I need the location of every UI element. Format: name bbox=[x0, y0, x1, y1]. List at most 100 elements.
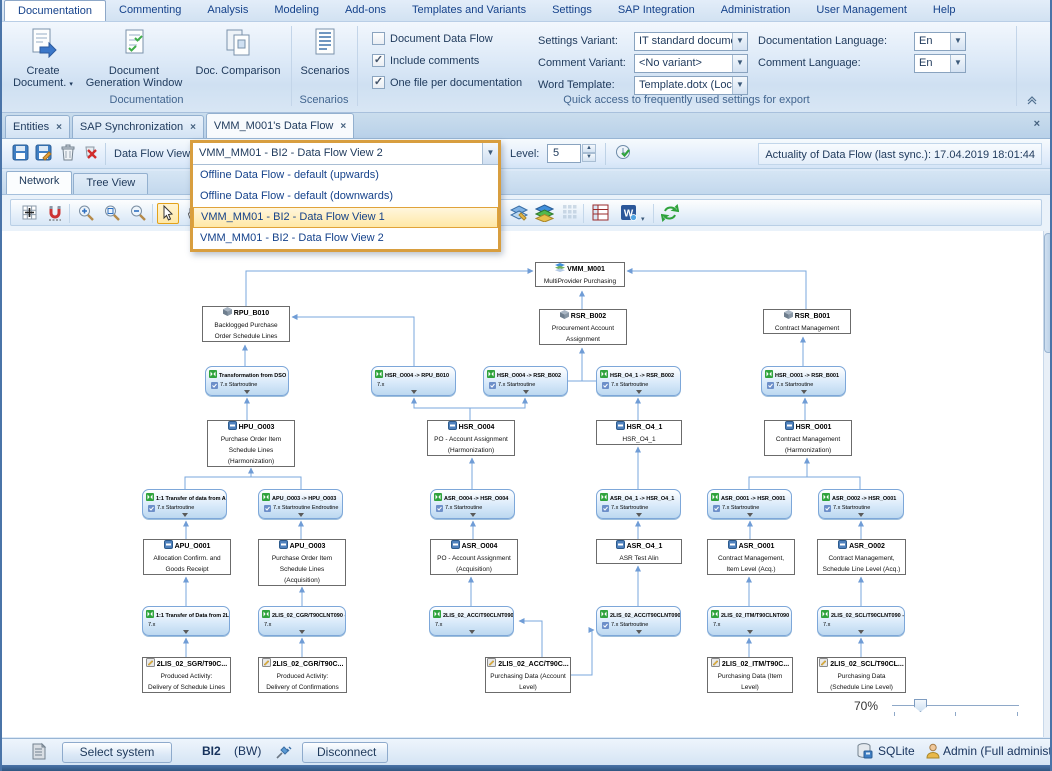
data-flow-view-combo[interactable]: VMM_MM01 - BI2 - Data Flow View 2 ▼ bbox=[193, 143, 498, 165]
tab-close-icon[interactable]: × bbox=[56, 117, 62, 138]
collapse-arrow-icon[interactable] bbox=[469, 630, 475, 634]
network-diagram-canvas[interactable]: VMM_M001MultiProvider Purchasing RPU_B010… bbox=[2, 231, 1052, 737]
transformation-hsr-o4-1-rsr-b002[interactable]: HSR_O4_1 -> RSR_B0027.x Startroutine bbox=[596, 366, 681, 396]
ribbon-tab-administration[interactable]: Administration bbox=[708, 0, 804, 21]
legend-table-icon[interactable] bbox=[589, 203, 611, 224]
zoom-in-icon[interactable] bbox=[75, 203, 97, 224]
dropdown-item-offline-data-flow-default-downwards[interactable]: Offline Data Flow - default (downwards) bbox=[193, 186, 498, 207]
node-rpu-b010[interactable]: RPU_B010Backlogged PurchaseOrder Schedul… bbox=[202, 306, 290, 342]
delete-button[interactable] bbox=[58, 144, 78, 164]
transformation-2lis-02-cgr-t90clnt090[interactable]: 2LIS_02_CGR/T90CLNT090 ->..7.x bbox=[258, 606, 346, 636]
node-apu-o003[interactable]: APU_O003Purchase Order ItemSchedule Line… bbox=[258, 539, 346, 586]
combo-dropdown-arrow-icon[interactable]: ▼ bbox=[732, 77, 747, 94]
ribbon-tab-modeling[interactable]: Modeling bbox=[261, 0, 332, 21]
dropdown-item-vmm-mm01-bi2-data-flow-view-2[interactable]: VMM_MM01 - BI2 - Data Flow View 2 bbox=[193, 228, 498, 249]
unchecked-checkbox-icon[interactable] bbox=[372, 32, 385, 45]
node-asr-o4-1[interactable]: ASR_O4_1ASR Test Alin bbox=[596, 539, 682, 564]
collapse-arrow-icon[interactable] bbox=[298, 513, 304, 517]
collapse-arrow-icon[interactable] bbox=[244, 390, 250, 394]
create-document-button[interactable]: Create Document. ▾ bbox=[10, 26, 76, 91]
checked-checkbox-icon[interactable]: ✓ bbox=[372, 76, 385, 89]
zoom-out-icon[interactable] bbox=[127, 203, 149, 224]
ribbon-tab-user-management[interactable]: User Management bbox=[803, 0, 920, 21]
transformation-2lis-02-itm-t90clnt090[interactable]: 2LIS_02_ITM/T90CLNT090 ->..7.x bbox=[707, 606, 792, 636]
combo-comment-variant[interactable]: <No variant>▼ bbox=[634, 54, 748, 73]
collapse-arrow-icon[interactable] bbox=[747, 630, 753, 634]
transformation-apu-o003-hpu-o003[interactable]: APU_O003 -> HPU_O0037.x Startroutine End… bbox=[258, 489, 343, 519]
collapse-arrow-icon[interactable] bbox=[747, 513, 753, 517]
vertical-scrollbar[interactable] bbox=[1043, 231, 1052, 737]
collapse-arrow-icon[interactable] bbox=[183, 630, 189, 634]
zoom-fit-icon[interactable] bbox=[101, 203, 123, 224]
node-2lis-02-scl-t90cl[interactable]: 2LIS_02_SCL/T90CL...Purchasing Data(Sche… bbox=[817, 657, 906, 693]
view-tab-tree-view[interactable]: Tree View bbox=[73, 173, 148, 194]
node-vmm-m001[interactable]: VMM_M001MultiProvider Purchasing bbox=[535, 262, 625, 287]
disconnect-button[interactable]: Disconnect bbox=[302, 742, 388, 763]
node-hsr-o4-1[interactable]: HSR_O4_1HSR_O4_1 bbox=[596, 420, 682, 445]
layers-edit-icon[interactable] bbox=[508, 203, 530, 224]
node-asr-o001[interactable]: ASR_O001Contract Management,Item Level (… bbox=[707, 539, 795, 575]
ribbon-tab-analysis[interactable]: Analysis bbox=[194, 0, 261, 21]
ribbon-tab-help[interactable]: Help bbox=[920, 0, 969, 21]
document-tab-sap-synchronization[interactable]: SAP Synchronization× bbox=[72, 115, 204, 138]
combo-comment-language[interactable]: En▼ bbox=[914, 54, 966, 73]
node-asr-o004[interactable]: ASR_O004PO - Account Assignment(Acquisit… bbox=[430, 539, 518, 575]
zoom-slider-thumb[interactable] bbox=[914, 699, 927, 712]
combo-dropdown-arrow-icon[interactable]: ▼ bbox=[732, 55, 747, 72]
transformation-1-1-transfer-of-data-from-2lis[interactable]: 1:1 Transfer of Data from 2LIS..7.x bbox=[142, 606, 230, 636]
dropdown-item-offline-data-flow-default-upwards[interactable]: Offline Data Flow - default (upwards) bbox=[193, 165, 498, 186]
transformation-2lis-02-scl-t90clnt090[interactable]: 2LIS_02_SCL/T90CLNT090 ->..7.x bbox=[817, 606, 905, 636]
collapse-arrow-icon[interactable] bbox=[182, 513, 188, 517]
checkbox-include-comments[interactable]: ✓Include comments bbox=[372, 54, 479, 67]
node-hsr-o001[interactable]: HSR_O001Contract Management(Harmonizatio… bbox=[764, 420, 852, 456]
transformation-hsr-o004-rsr-b002[interactable]: HSR_O004 -> RSR_B0027.x Startroutine bbox=[483, 366, 568, 396]
collapse-arrow-icon[interactable] bbox=[858, 630, 864, 634]
dots-grid-icon[interactable] bbox=[559, 203, 581, 224]
node-hpu-o003[interactable]: HPU_O003Purchase Order ItemSchedule Line… bbox=[207, 420, 295, 467]
combo-settings-variant[interactable]: IT standard documen...▼ bbox=[634, 32, 748, 51]
document-tab-entities[interactable]: Entities× bbox=[5, 115, 70, 138]
collapse-arrow-icon[interactable] bbox=[523, 390, 529, 394]
ribbon-tab-add-ons[interactable]: Add-ons bbox=[332, 0, 399, 21]
scenarios-button[interactable]: Scenarios bbox=[296, 26, 354, 77]
transformation-asr-o002-hsr-o001[interactable]: ASR_O002 -> HSR_O0017.x Startroutine bbox=[818, 489, 904, 519]
level-input[interactable]: 5 bbox=[547, 144, 581, 163]
transformation-asr-o001-hsr-o001[interactable]: ASR_O001 -> HSR_O0017.x Startroutine bbox=[707, 489, 792, 519]
combo-dropdown-arrow-icon[interactable]: ▼ bbox=[950, 55, 965, 72]
combo-documentation-language[interactable]: En▼ bbox=[914, 32, 966, 51]
ribbon-tab-documentation[interactable]: Documentation bbox=[4, 0, 106, 21]
transformation-1-1-transfer-of-data-from-apu[interactable]: 1:1 Transfer of data from APU..7.x Start… bbox=[142, 489, 227, 519]
collapse-arrow-icon[interactable] bbox=[636, 513, 642, 517]
node-2lis-02-acc-t90c[interactable]: 2LIS_02_ACC/T90C...Purchasing Data (Acco… bbox=[485, 657, 571, 693]
node-rsr-b002[interactable]: RSR_B002Procurement AccountAssignment bbox=[539, 309, 627, 345]
collapse-arrow-icon[interactable] bbox=[858, 513, 864, 517]
transformation-asr-o004-hsr-o004[interactable]: ASR_O004 -> HSR_O0047.x Startroutine bbox=[430, 489, 515, 519]
node-2lis-02-cgr-t90c[interactable]: 2LIS_02_CGR/T90C...Produced Activity:Del… bbox=[258, 657, 347, 693]
collapse-arrow-icon[interactable] bbox=[636, 630, 642, 634]
view-tab-network[interactable]: Network bbox=[6, 171, 72, 194]
sync-check-icon[interactable] bbox=[613, 144, 633, 164]
tab-close-icon[interactable]: × bbox=[340, 116, 346, 137]
transformation-asr-o4-1-hsr-o4-1[interactable]: ASR_O4_1 -> HSR_O4_17.x Startroutine bbox=[596, 489, 681, 519]
select-system-button[interactable]: Select system bbox=[62, 742, 172, 763]
select-cursor-icon[interactable] bbox=[157, 203, 179, 224]
collapse-ribbon-icon[interactable] bbox=[1026, 96, 1038, 109]
node-apu-o001[interactable]: APU_O001Allocation Confirm. andGoods Rec… bbox=[143, 539, 231, 575]
ribbon-tab-sap-integration[interactable]: SAP Integration bbox=[605, 0, 708, 21]
node-rsr-b001[interactable]: RSR_B001Contract Management bbox=[763, 309, 851, 334]
combo-dropdown-arrow-icon[interactable]: ▼ bbox=[482, 143, 498, 164]
document-tab-vmm-m001-s-data-flow[interactable]: VMM_M001's Data Flow× bbox=[206, 113, 354, 138]
delete-view-button[interactable] bbox=[81, 144, 101, 164]
transformation-transformation-from-dso-hp[interactable]: Transformation from DSO HP..7.x Startrou… bbox=[205, 366, 289, 396]
word-export-icon[interactable]: W ▾ bbox=[615, 203, 649, 224]
collapse-arrow-icon[interactable] bbox=[299, 630, 305, 634]
save-button[interactable] bbox=[10, 144, 30, 164]
transformation-2lis-02-acc-t90clnt090[interactable]: 2LIS_02_ACC/T90CLNT090 ->..7.x bbox=[429, 606, 514, 636]
level-stepper[interactable]: ▲ ▼ bbox=[582, 144, 596, 163]
dropdown-item-vmm-mm01-bi2-data-flow-view-1[interactable]: VMM_MM01 - BI2 - Data Flow View 1 bbox=[193, 207, 498, 228]
node-2lis-02-itm-t90c[interactable]: 2LIS_02_ITM/T90C...Purchasing Data (Item… bbox=[707, 657, 793, 693]
checked-checkbox-icon[interactable]: ✓ bbox=[372, 54, 385, 67]
vertical-scrollbar-thumb[interactable] bbox=[1044, 233, 1052, 353]
zoom-slider-track[interactable] bbox=[892, 705, 1019, 706]
snap-magnet-icon[interactable] bbox=[45, 203, 67, 224]
